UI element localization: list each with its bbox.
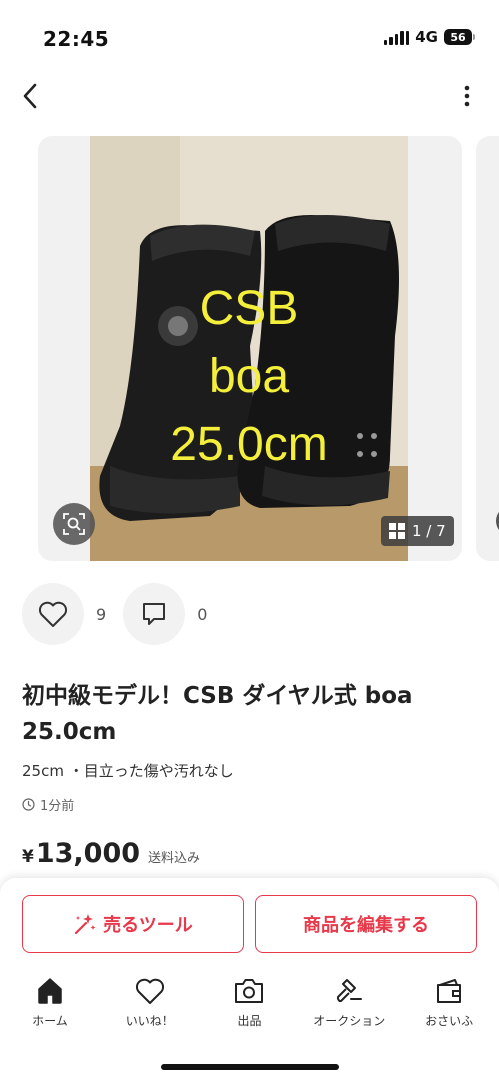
- photo-caption-line: 25.0cm: [170, 418, 328, 471]
- image-gallery[interactable]: CSB boa 25.0cm 1 / 7: [0, 136, 499, 561]
- item-description: 25cm ・目立った傷や汚れなし: [22, 762, 234, 780]
- camera-icon: [235, 979, 264, 1003]
- tab-wallet[interactable]: おさいふ: [399, 976, 499, 1036]
- home-icon: [38, 978, 62, 1004]
- more-options-button[interactable]: [455, 80, 479, 112]
- sparkle-wand-icon: [75, 914, 96, 935]
- tab-label: ホーム: [32, 1014, 68, 1028]
- item-price: ¥ 13,000 送料込み: [22, 838, 200, 869]
- tab-bar: ホーム いいね！ 出品 オークション おさいふ: [0, 976, 499, 1036]
- network-type: 4G: [415, 28, 438, 46]
- like-count: 9: [96, 604, 107, 624]
- product-photo[interactable]: CSB boa 25.0cm: [90, 136, 408, 561]
- chevron-left-icon: [23, 83, 37, 109]
- image-counter: 1 / 7: [381, 516, 454, 546]
- posted-time-text: 1分前: [40, 799, 75, 814]
- heart-icon: [38, 601, 68, 627]
- gavel-icon: [337, 979, 363, 1002]
- photo-caption-line: CSB: [199, 282, 299, 335]
- edit-item-label: 商品を編集する: [303, 915, 429, 936]
- shipping-label: 送料込み: [148, 851, 201, 866]
- item-actions: 9 0: [22, 583, 224, 645]
- battery-icon: 56: [444, 29, 475, 45]
- comment-icon: [143, 603, 166, 625]
- status-bar: 22:45 4G 56: [0, 0, 499, 70]
- battery-level: 56: [444, 29, 472, 45]
- tab-label: 出品: [237, 1014, 262, 1028]
- tab-home[interactable]: ホーム: [0, 976, 100, 1036]
- comment-count: 0: [197, 604, 208, 624]
- wallet-icon: [437, 979, 462, 1003]
- scan-search-icon: [63, 513, 85, 535]
- home-indicator: [161, 1064, 339, 1070]
- currency-symbol: ¥: [22, 847, 34, 867]
- next-slide-preview[interactable]: [476, 136, 499, 561]
- comment-button[interactable]: [123, 583, 186, 645]
- clock-icon: [22, 798, 35, 811]
- item-title: 初中級モデル！CSB ダイヤル式 boa 25.0cm: [22, 683, 413, 745]
- sell-tool-button[interactable]: 売るツール: [22, 895, 244, 953]
- bottom-sheet: 売るツール 商品を編集する ホーム いいね！ 出品 オークション おさいふ: [0, 878, 499, 1080]
- tab-label: いいね！: [125, 1014, 174, 1028]
- back-button[interactable]: [14, 80, 46, 112]
- tab-likes[interactable]: いいね！: [100, 976, 200, 1036]
- tab-auction[interactable]: オークション: [299, 976, 399, 1036]
- tab-label: オークション: [313, 1014, 386, 1028]
- edit-item-button[interactable]: 商品を編集する: [255, 895, 477, 953]
- photo-caption-line: boa: [208, 350, 290, 403]
- status-time: 22:45: [43, 27, 110, 51]
- gallery-slide[interactable]: CSB boa 25.0cm 1 / 7: [38, 136, 462, 561]
- tab-sell[interactable]: 出品: [200, 976, 300, 1036]
- image-search-button[interactable]: [53, 503, 95, 545]
- price-amount: 13,000: [35, 838, 141, 869]
- tab-label: おさいふ: [425, 1014, 474, 1028]
- status-indicators: 4G 56: [383, 28, 475, 46]
- top-nav: [0, 76, 499, 116]
- heart-icon: [135, 978, 164, 1004]
- like-button[interactable]: [22, 583, 84, 645]
- sell-tool-label: 売るツール: [103, 915, 193, 936]
- posted-time: 1分前: [22, 795, 74, 814]
- more-vertical-icon: [464, 85, 470, 107]
- grid-icon: [389, 523, 405, 539]
- image-counter-text: 1 / 7: [412, 522, 446, 540]
- signal-icon: [383, 29, 410, 45]
